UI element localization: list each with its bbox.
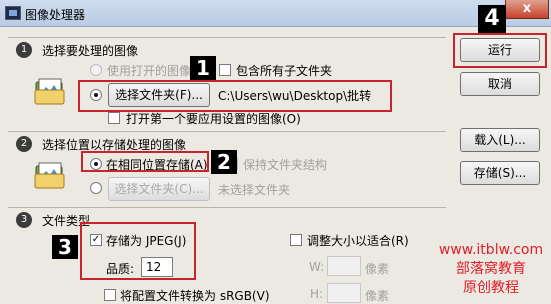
cancel-button[interactable]: 取消 [460, 72, 540, 96]
annotation-badge-2: 2 [211, 150, 237, 174]
height-unit: 像素 [365, 289, 390, 303]
select-dest-folder-button[interactable]: 选择文件夹(C)... [108, 177, 210, 201]
folder-save-icon [34, 162, 65, 189]
open-first-image-checkbox[interactable] [108, 112, 120, 124]
convert-srgb-label: 将配置文件转换为 sRGB(V) [120, 289, 270, 303]
annotation-box-jpeg [80, 222, 196, 280]
height-input[interactable] [327, 283, 361, 303]
section-3-number: 3 [16, 212, 32, 228]
include-subfolders-checkbox[interactable] [219, 64, 231, 76]
watermark-line2: 原创教程 [463, 280, 519, 296]
save-select-folder-radio[interactable] [90, 182, 102, 194]
section-1-number: 1 [16, 42, 32, 58]
width-unit: 像素 [365, 262, 390, 276]
annotation-box-run [453, 33, 547, 68]
load-button[interactable]: 载入(L)... [460, 128, 540, 152]
annotation-box-save-location [81, 151, 209, 172]
resize-to-fit-label: 调整大小以适合(R) [307, 234, 409, 248]
use-open-images-label: 使用打开的图像 [107, 64, 192, 78]
dest-folder-path: 未选择文件夹 [218, 183, 291, 197]
include-subfolders-label: 包含所有子文件夹 [236, 64, 333, 78]
annotation-badge-1: 1 [190, 56, 216, 80]
use-open-images-radio[interactable] [90, 64, 102, 76]
width-label: W: [309, 260, 325, 274]
resize-to-fit-checkbox[interactable] [290, 234, 302, 246]
section-1-title: 选择要处理的图像 [42, 44, 139, 58]
section-2-number: 2 [16, 136, 32, 152]
window-title: 图像处理器 [25, 8, 86, 22]
width-input[interactable] [327, 256, 361, 276]
watermark-line1: 部落窝教育 [456, 261, 526, 277]
annotation-badge-3: 3 [52, 235, 78, 259]
open-first-image-label: 打开第一个要应用设置的图像(O) [126, 112, 301, 126]
convert-srgb-checkbox[interactable] [104, 289, 116, 301]
app-icon [5, 6, 21, 20]
watermark-url: www.itblw.com [438, 242, 544, 258]
height-label: H: [310, 287, 324, 301]
annotation-badge-4: 4 [478, 5, 506, 33]
folder-image-icon [34, 78, 65, 105]
save-settings-button[interactable]: 存储(S)... [460, 161, 540, 185]
keep-folder-structure-label: 保持文件夹结构 [243, 158, 328, 172]
annotation-box-source [78, 80, 392, 112]
close-button[interactable]: x [505, 0, 549, 19]
